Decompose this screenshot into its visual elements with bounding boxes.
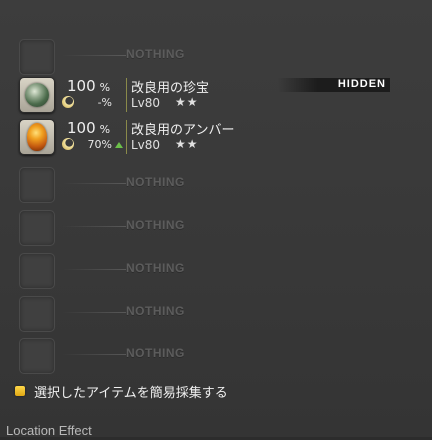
gather-slot-row: NOTHING: [0, 166, 432, 206]
gather-slot-row: NOTHING: [0, 252, 432, 292]
item-level: Lv80: [131, 96, 161, 110]
nothing-label: NOTHING: [126, 218, 185, 232]
item-stars: ★★: [175, 137, 199, 151]
divider-line: [62, 269, 126, 270]
quick-gather-checkbox[interactable]: [15, 386, 25, 396]
hq-chance-value: 70%: [87, 138, 112, 151]
hq-chance-value: -%: [97, 96, 112, 109]
divider-line: [62, 354, 126, 355]
green-gem-icon: [25, 83, 49, 107]
amber-gem-icon: [27, 123, 47, 151]
location-effect-label[interactable]: Location Effect: [6, 423, 92, 438]
divider-line: [62, 55, 126, 56]
up-arrow-icon: [115, 142, 123, 148]
quick-gather-label[interactable]: 選択したアイテムを簡易採集する: [34, 382, 228, 401]
gather-slot-row: NOTHING: [0, 209, 432, 249]
divider-line: [62, 226, 126, 227]
divider-line: [62, 312, 126, 313]
item-name: 改良用のアンバー: [131, 123, 235, 138]
nothing-label: NOTHING: [126, 304, 185, 318]
hidden-label: HIDDEN: [337, 78, 386, 90]
divider-bar: [126, 78, 127, 112]
gather-item-row[interactable]: 100% 70% 改良用のアンバー Lv80 ★★: [0, 118, 432, 158]
item-level: Lv80: [131, 138, 161, 152]
empty-slot: [19, 167, 55, 203]
nothing-label: NOTHING: [126, 346, 185, 360]
gather-item-row[interactable]: 100% -% 改良用の珍宝 Lv80 ★★ HIDDEN: [0, 76, 432, 116]
empty-slot: [19, 338, 55, 374]
gather-rate: 100%: [67, 77, 111, 95]
hq-chance-icon: [62, 138, 74, 150]
divider-line: [62, 183, 126, 184]
nothing-label: NOTHING: [126, 47, 185, 61]
gather-rate: 100%: [67, 119, 111, 137]
empty-slot: [19, 210, 55, 246]
nothing-label: NOTHING: [126, 261, 185, 275]
divider-bar: [126, 120, 127, 154]
nothing-label: NOTHING: [126, 175, 185, 189]
item-stars: ★★: [175, 95, 199, 109]
gather-slot-row: NOTHING: [0, 337, 432, 377]
empty-slot: [19, 39, 55, 75]
gather-slot-row: NOTHING: [0, 38, 432, 78]
gather-slot-row: NOTHING: [0, 295, 432, 335]
empty-slot: [19, 296, 55, 332]
empty-slot: [19, 253, 55, 289]
item-slot[interactable]: [19, 77, 55, 113]
item-slot[interactable]: [19, 119, 55, 155]
hq-chance-icon: [62, 96, 74, 108]
hidden-tag: HIDDEN: [278, 78, 390, 92]
item-name: 改良用の珍宝: [131, 81, 210, 96]
